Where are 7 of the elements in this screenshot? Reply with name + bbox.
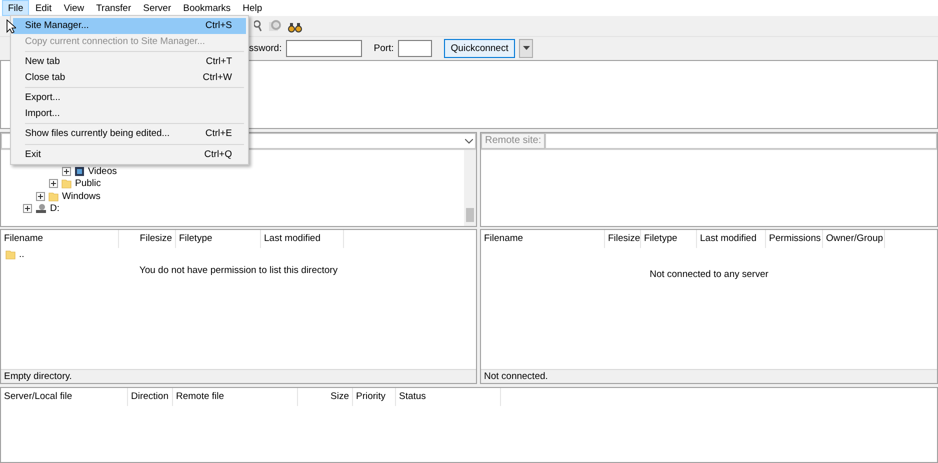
port-label: Port: — [374, 42, 394, 54]
connection-message: Not connected to any server — [648, 269, 770, 280]
remote-site-label: Remote site: — [481, 133, 546, 149]
status-text: Empty directory. — [1, 369, 476, 383]
status-text: Not connected. — [481, 369, 937, 383]
permission-message: You do not have permission to list this directory — [138, 264, 339, 276]
password-label: ssword: — [249, 42, 282, 54]
